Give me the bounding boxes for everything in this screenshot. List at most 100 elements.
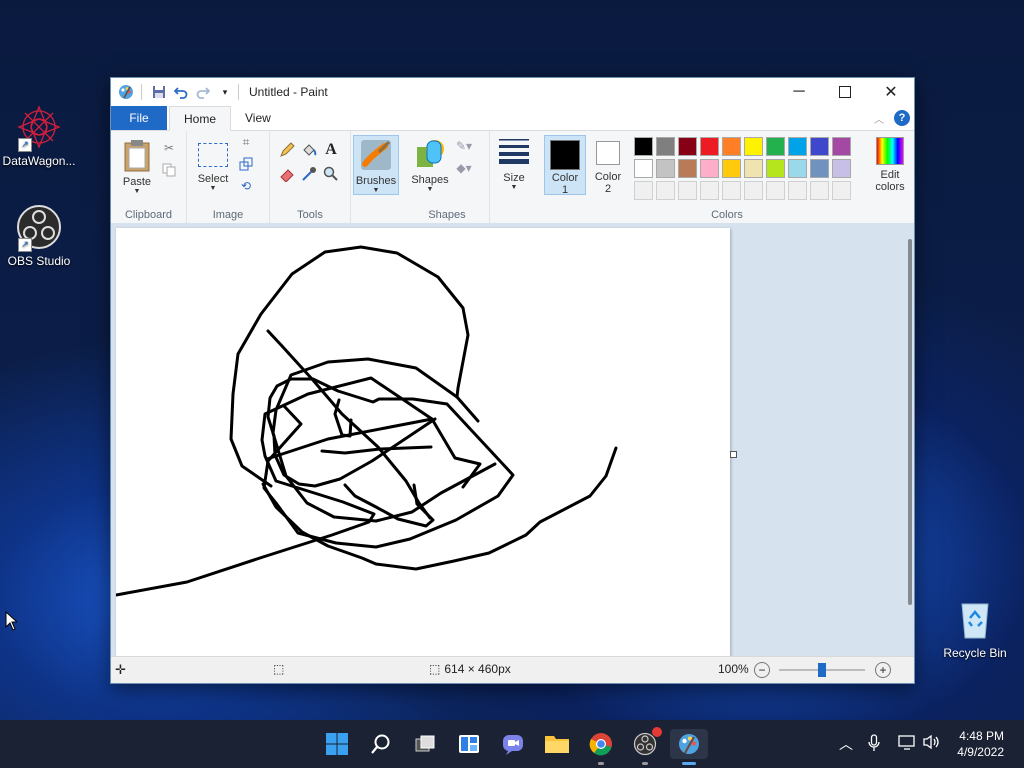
task-view-icon bbox=[415, 735, 435, 752]
palette-swatch[interactable] bbox=[656, 159, 675, 178]
group-label: Shapes bbox=[428, 209, 466, 221]
palette-swatch[interactable] bbox=[678, 159, 697, 178]
volume-icon[interactable] bbox=[922, 734, 940, 753]
palette-swatch[interactable] bbox=[678, 181, 697, 200]
canvas-resize-handle[interactable] bbox=[730, 451, 737, 458]
palette-swatch[interactable] bbox=[788, 181, 807, 200]
tab-file[interactable]: File bbox=[111, 106, 167, 130]
paste-icon bbox=[124, 140, 150, 172]
save-icon[interactable] bbox=[150, 83, 168, 101]
palette-swatch[interactable] bbox=[744, 137, 763, 156]
obs-icon: ↗ bbox=[16, 204, 62, 252]
palette-swatch[interactable] bbox=[810, 181, 829, 200]
palette-swatch[interactable] bbox=[722, 159, 741, 178]
zoom-in-button[interactable]: + bbox=[875, 662, 891, 678]
zoom-out-button[interactable]: − bbox=[754, 662, 770, 678]
vertical-scrollbar[interactable] bbox=[908, 239, 912, 605]
file-explorer-button[interactable] bbox=[542, 729, 572, 759]
cut-icon[interactable]: ✂ bbox=[160, 139, 178, 157]
rotate-icon[interactable]: ⟲ bbox=[237, 177, 255, 195]
eraser-icon[interactable] bbox=[278, 165, 296, 183]
tab-view[interactable]: View bbox=[231, 106, 285, 130]
palette-swatch[interactable] bbox=[832, 181, 851, 200]
paint-taskbar-button[interactable] bbox=[670, 729, 708, 765]
resize-icon[interactable] bbox=[237, 155, 255, 173]
palette-swatch[interactable] bbox=[634, 137, 653, 156]
obs-taskbar-button[interactable] bbox=[630, 727, 662, 765]
task-view-button[interactable] bbox=[410, 729, 440, 759]
palette-swatch[interactable] bbox=[634, 159, 653, 178]
palette-swatch[interactable] bbox=[766, 159, 785, 178]
palette-swatch[interactable] bbox=[766, 137, 785, 156]
minimize-button[interactable]: ─ bbox=[776, 78, 822, 106]
copy-icon[interactable] bbox=[160, 161, 178, 179]
status-bar: ✛ ⬚ ⬚ 614 × 460px 100% − + bbox=[111, 656, 914, 683]
color1-button[interactable]: Color 1 bbox=[544, 135, 586, 196]
text-icon[interactable]: A bbox=[322, 141, 340, 159]
color2-button[interactable]: Color 2 bbox=[588, 135, 628, 195]
datawagon-icon: ↗ bbox=[16, 104, 62, 152]
running-indicator bbox=[598, 762, 604, 765]
tab-home[interactable]: Home bbox=[169, 106, 232, 131]
palette-swatch[interactable] bbox=[700, 181, 719, 200]
microphone-icon[interactable] bbox=[868, 734, 880, 755]
network-icon[interactable] bbox=[898, 734, 916, 753]
palette-swatch[interactable] bbox=[788, 137, 807, 156]
widgets-button[interactable] bbox=[454, 729, 484, 759]
select-button[interactable]: Select ▼ bbox=[193, 139, 233, 192]
palette-swatch[interactable] bbox=[766, 181, 785, 200]
recycle-bin-icon bbox=[952, 596, 998, 642]
palette-swatch[interactable] bbox=[832, 159, 851, 178]
size-label: Size bbox=[503, 172, 525, 184]
clock[interactable]: 4:48 PM 4/9/2022 bbox=[957, 728, 1004, 760]
paste-button[interactable]: Paste ▼ bbox=[119, 139, 155, 195]
palette-swatch[interactable] bbox=[744, 159, 763, 178]
shape-fill-icon[interactable]: ◆▾ bbox=[455, 159, 473, 177]
close-button[interactable]: ✕ bbox=[868, 78, 914, 106]
widgets-icon bbox=[459, 735, 479, 753]
palette-swatch[interactable] bbox=[832, 137, 851, 156]
brushes-button[interactable]: Brushes ▼ bbox=[353, 135, 399, 195]
crop-icon[interactable]: ⌗ bbox=[237, 133, 255, 151]
palette-swatch[interactable] bbox=[722, 137, 741, 156]
search-button[interactable] bbox=[366, 729, 396, 759]
start-button[interactable] bbox=[322, 729, 352, 759]
paint-app-icon[interactable] bbox=[117, 83, 135, 101]
palette-swatch[interactable] bbox=[810, 137, 829, 156]
minimize-ribbon-icon[interactable]: ︿ bbox=[874, 111, 884, 126]
help-icon[interactable]: ? bbox=[894, 110, 910, 126]
zoom-slider-thumb[interactable] bbox=[818, 663, 826, 677]
edit-colors-button[interactable]: Edit colors bbox=[870, 135, 910, 193]
pencil-icon[interactable] bbox=[278, 141, 296, 159]
palette-swatch[interactable] bbox=[810, 159, 829, 178]
palette-swatch[interactable] bbox=[656, 137, 675, 156]
outline-icon[interactable]: ✎▾ bbox=[455, 137, 473, 155]
palette-swatch[interactable] bbox=[722, 181, 741, 200]
redo-icon[interactable] bbox=[194, 83, 212, 101]
palette-swatch[interactable] bbox=[700, 137, 719, 156]
drawing-canvas[interactable] bbox=[114, 228, 730, 656]
windows-icon bbox=[326, 733, 348, 755]
magnifier-icon[interactable] bbox=[322, 165, 340, 183]
fill-icon[interactable] bbox=[300, 141, 318, 159]
shapes-button[interactable]: Shapes ▼ bbox=[409, 135, 451, 193]
undo-icon[interactable] bbox=[172, 83, 190, 101]
palette-swatch[interactable] bbox=[656, 181, 675, 200]
desktop-icon-recycle-bin[interactable]: Recycle Bin bbox=[936, 596, 1014, 660]
size-button[interactable]: Size ▼ bbox=[496, 135, 532, 191]
show-hidden-icons-icon[interactable]: ︿ bbox=[839, 734, 853, 754]
palette-swatch[interactable] bbox=[634, 181, 653, 200]
desktop-icon-obs[interactable]: ↗ OBS Studio bbox=[0, 204, 78, 268]
palette-swatch[interactable] bbox=[700, 159, 719, 178]
palette-swatch[interactable] bbox=[678, 137, 697, 156]
paint-icon bbox=[679, 734, 699, 754]
palette-swatch[interactable] bbox=[788, 159, 807, 178]
maximize-button[interactable] bbox=[822, 78, 868, 106]
desktop-icon-datawagon[interactable]: ↗ DataWagon... bbox=[0, 104, 78, 168]
color-picker-icon[interactable] bbox=[300, 165, 318, 183]
chat-button[interactable] bbox=[498, 729, 528, 759]
zoom-slider[interactable] bbox=[779, 663, 865, 677]
palette-swatch[interactable] bbox=[744, 181, 763, 200]
customize-quick-access-icon[interactable]: ▾ bbox=[216, 83, 234, 101]
chrome-button[interactable] bbox=[586, 729, 616, 765]
